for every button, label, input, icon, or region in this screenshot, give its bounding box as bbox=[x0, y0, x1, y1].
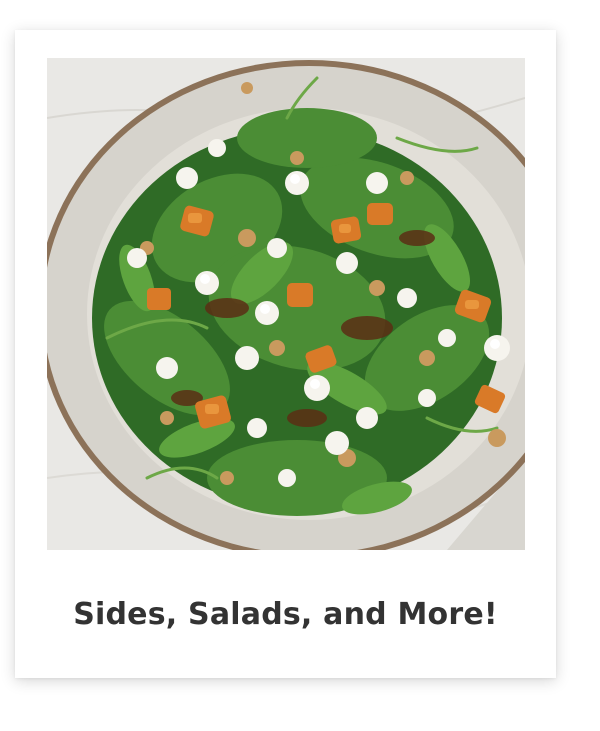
page: Sides, Salads, and More! bbox=[0, 0, 600, 731]
card-title[interactable]: Sides, Salads, and More! bbox=[15, 595, 556, 635]
category-card[interactable]: Sides, Salads, and More! bbox=[15, 30, 556, 678]
salad-illustration bbox=[47, 58, 525, 550]
salad-image[interactable] bbox=[47, 58, 525, 550]
